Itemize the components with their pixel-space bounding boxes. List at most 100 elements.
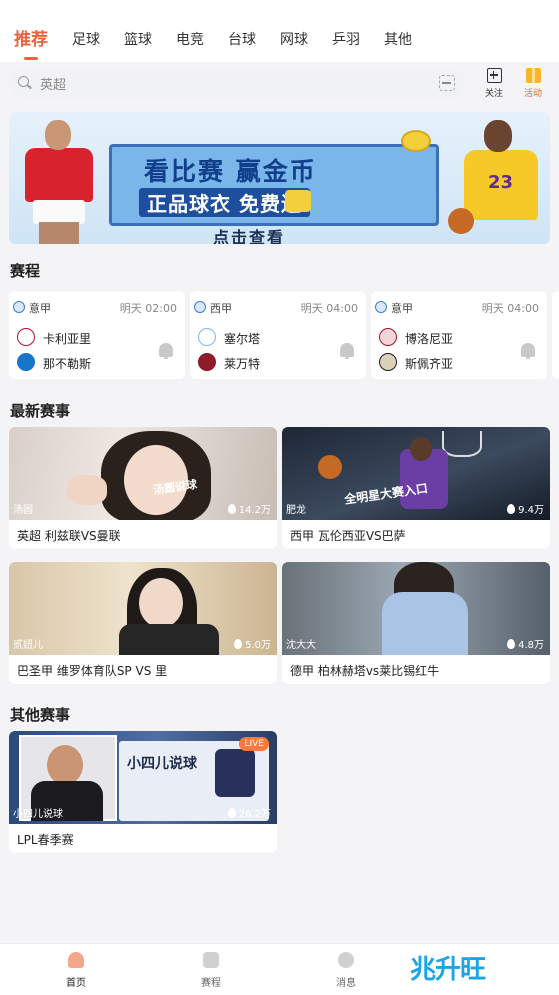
banner-player-left <box>19 120 99 244</box>
away-team: 斯佩齐亚 <box>405 357 454 371</box>
popularity-value: 4.8万 <box>518 640 544 651</box>
away-team: 那不勒斯 <box>43 357 92 371</box>
league-name: 西甲 <box>210 302 232 315</box>
gift-icon <box>525 68 541 83</box>
nav-messages-label: 消息 <box>336 978 356 989</box>
match-time: 明天 04:00 <box>481 302 539 315</box>
home-icon <box>68 952 84 968</box>
soccer-ball-icon <box>194 301 206 313</box>
streamer-name: 汤圆 <box>13 505 33 516</box>
banner-cta[interactable]: 点击查看 <box>213 224 285 244</box>
stream-card[interactable]: 贰妞儿 5.0万 巴圣甲 维罗体育队SP VS 里 <box>9 562 277 684</box>
popularity-value: 9.4万 <box>518 505 544 516</box>
popularity-count: 26.2万 <box>227 805 271 820</box>
tab-football[interactable]: 足球 <box>72 30 100 50</box>
match-card[interactable]: 意甲 明天 04:00 博洛尼亚 斯佩齐亚 <box>371 291 547 379</box>
tab-tennis[interactable]: 网球 <box>280 30 308 50</box>
tab-basketball[interactable]: 篮球 <box>124 30 152 50</box>
stream-card[interactable]: 小四儿说球 LIVE 小四儿说球 26.2万 LPL春季赛 <box>9 731 277 853</box>
stream-title: 英超 利兹联VS曼联 <box>17 529 121 543</box>
home-team: 博洛尼亚 <box>405 332 454 346</box>
activity-button[interactable]: 活动 <box>518 68 548 99</box>
streamer-name: 沈大大 <box>286 640 316 651</box>
bell-icon[interactable] <box>340 343 354 359</box>
follow-plus-icon <box>486 68 502 83</box>
tab-recommended[interactable]: 推荐 <box>14 30 48 60</box>
team-logo-icon <box>379 353 397 371</box>
streamer-name: 小四儿说球 <box>13 809 63 820</box>
match-card-partial[interactable] <box>552 291 559 379</box>
search-bar[interactable]: 英超 <box>9 68 465 98</box>
schedule-carousel[interactable]: 意甲 明天 02:00 卡利亚里 那不勒斯 西甲 明天 04:00 塞尔塔 莱万… <box>9 291 559 379</box>
tab-table-tennis-badminton[interactable]: 乒羽 <box>332 30 360 50</box>
watermark-logo: 兆升旺 <box>410 955 486 985</box>
match-card[interactable]: 意甲 明天 02:00 卡利亚里 那不勒斯 <box>9 291 185 379</box>
bell-icon[interactable] <box>159 343 173 359</box>
section-title-schedule: 赛程 <box>10 262 41 280</box>
team-logo-icon <box>17 353 35 371</box>
nav-home-label: 首页 <box>66 978 86 989</box>
section-title-other: 其他赛事 <box>10 706 71 724</box>
jersey-number: 23 <box>488 172 514 193</box>
match-time: 明天 02:00 <box>119 302 177 315</box>
coin-icon <box>401 130 431 152</box>
team-logo-icon <box>17 328 35 346</box>
scan-icon[interactable] <box>439 75 455 91</box>
league-name: 意甲 <box>391 302 413 315</box>
category-tabs: 推荐 足球 篮球 电竞 台球 网球 乒羽 其他 <box>14 30 436 60</box>
stream-title: LPL春季赛 <box>17 833 74 847</box>
stream-title: 巴圣甲 维罗体育队SP VS 里 <box>17 664 168 678</box>
team-logo-icon <box>198 353 216 371</box>
popularity-count: 4.8万 <box>507 636 544 651</box>
bell-icon[interactable] <box>521 343 535 359</box>
stream-overlay-text: 小四儿说球 <box>127 756 197 772</box>
tab-other[interactable]: 其他 <box>384 30 412 50</box>
soccer-ball-icon <box>375 301 387 313</box>
stream-card[interactable]: 全明星大赛入口 肥龙 9.4万 西甲 瓦伦西亚VS巴萨 <box>282 427 550 549</box>
stream-card[interactable]: 沈大大 4.8万 德甲 柏林赫塔vs莱比锡红牛 <box>282 562 550 684</box>
streamer-name: 贰妞儿 <box>13 640 43 651</box>
nav-schedule[interactable]: 赛程 <box>181 952 241 989</box>
tab-esports[interactable]: 电竞 <box>176 30 204 50</box>
nav-schedule-label: 赛程 <box>201 978 221 989</box>
fire-icon <box>507 503 516 514</box>
match-card[interactable]: 西甲 明天 04:00 塞尔塔 莱万特 <box>190 291 366 379</box>
trophy-icon <box>203 952 219 968</box>
activity-label: 活动 <box>523 89 542 99</box>
search-input[interactable]: 英超 <box>40 74 439 93</box>
home-team: 塞尔塔 <box>224 332 261 346</box>
jersey-icon <box>285 190 311 212</box>
section-title-latest: 最新赛事 <box>10 402 71 420</box>
home-team: 卡利亚里 <box>43 332 92 346</box>
top-navigation: 推荐 足球 篮球 电竞 台球 网球 乒羽 其他 <box>0 0 559 62</box>
fire-icon <box>227 807 236 818</box>
stream-title: 德甲 柏林赫塔vs莱比锡红牛 <box>290 664 440 678</box>
live-badge: LIVE <box>239 737 269 751</box>
popularity-count: 5.0万 <box>234 636 271 651</box>
popularity-value: 14.2万 <box>238 505 271 516</box>
soccer-ball-icon <box>13 301 25 313</box>
banner-title: 看比赛 赢金币 <box>144 157 317 186</box>
stream-title: 西甲 瓦伦西亚VS巴萨 <box>290 529 406 543</box>
follow-label: 关注 <box>484 89 503 99</box>
popularity-count: 14.2万 <box>227 501 271 516</box>
nav-home[interactable]: 首页 <box>46 952 106 989</box>
stream-card[interactable]: 汤圆说球 汤圆 14.2万 英超 利兹联VS曼联 <box>9 427 277 549</box>
popularity-value: 5.0万 <box>245 640 271 651</box>
streamer-name: 肥龙 <box>286 505 306 516</box>
away-team: 莱万特 <box>224 357 261 371</box>
match-time: 明天 04:00 <box>300 302 358 315</box>
team-logo-icon <box>198 328 216 346</box>
fire-icon <box>227 503 236 514</box>
tab-billiards[interactable]: 台球 <box>228 30 256 50</box>
message-icon <box>338 952 354 968</box>
team-logo-icon <box>379 328 397 346</box>
popularity-value: 26.2万 <box>238 809 271 820</box>
banner-player-right: 23 <box>448 120 544 244</box>
nav-messages[interactable]: 消息 <box>316 952 376 989</box>
follow-button[interactable]: 关注 <box>479 68 509 99</box>
fire-icon <box>234 638 243 649</box>
league-name: 意甲 <box>29 302 51 315</box>
promo-banner[interactable]: 看比赛 赢金币 正品球衣 免费送 点击查看 23 <box>9 112 550 244</box>
popularity-count: 9.4万 <box>507 501 544 516</box>
